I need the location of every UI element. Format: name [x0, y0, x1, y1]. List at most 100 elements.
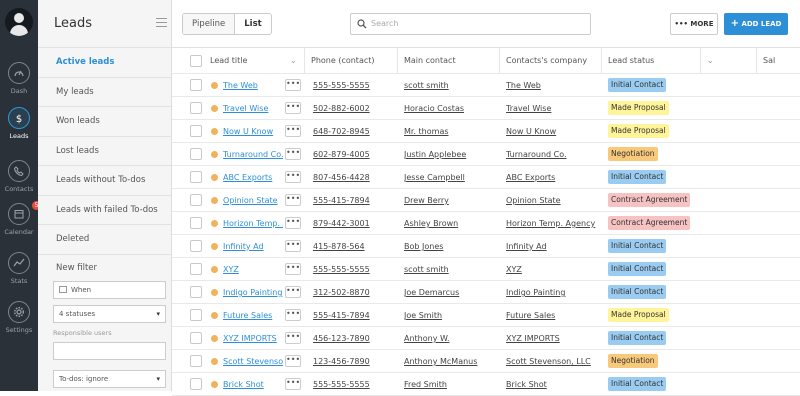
- company-link[interactable]: Opinion State: [506, 189, 600, 211]
- lead-title-link[interactable]: XYZ IMPORTS: [223, 327, 283, 349]
- contact-link[interactable]: scott smith: [404, 74, 498, 96]
- table-row[interactable]: XYZ ••• 555-555-5555 scott smith XYZ Initial …: [172, 258, 800, 281]
- when-field[interactable]: When: [53, 280, 166, 299]
- table-row[interactable]: Brick Shot ••• 555-555-5555 Fred Smith Brick…: [172, 373, 800, 396]
- nav-item-dash[interactable]: Dash: [0, 62, 38, 95]
- contact-link[interactable]: Justin Applebee: [404, 143, 498, 165]
- status-badge[interactable]: Made Proposal: [608, 97, 703, 119]
- status-badge[interactable]: Initial Contact: [608, 373, 703, 395]
- lead-title-link[interactable]: Future Sales: [223, 304, 283, 326]
- phone-link[interactable]: 415-878-564: [313, 235, 398, 257]
- select-all-checkbox[interactable]: [190, 55, 202, 67]
- status-badge[interactable]: Made Proposal: [608, 120, 703, 142]
- filter-item[interactable]: Active leads: [38, 48, 171, 78]
- avatar[interactable]: [5, 8, 33, 36]
- todos-select[interactable]: To-dos: ignore ▾: [53, 369, 166, 388]
- row-actions-icon[interactable]: •••: [285, 148, 301, 160]
- contact-link[interactable]: Fred Smith: [404, 373, 498, 395]
- phone-link[interactable]: 648-702-8945: [313, 120, 398, 142]
- filter-item[interactable]: Won leads: [38, 107, 171, 137]
- nav-item-settings[interactable]: Settings: [0, 301, 38, 334]
- status-badge[interactable]: Initial Contact: [608, 166, 703, 188]
- lead-title-link[interactable]: ABC Exports: [223, 166, 283, 188]
- status-badge[interactable]: Negotiation: [608, 143, 703, 165]
- company-link[interactable]: Horizon Temp. Agency: [506, 212, 600, 234]
- nav-item-contacts[interactable]: Contacts: [0, 160, 38, 193]
- lead-title-link[interactable]: Horizon Temp. Ag: [223, 212, 283, 234]
- column-phone[interactable]: Phone (contact): [305, 48, 398, 73]
- row-checkbox[interactable]: [190, 240, 202, 252]
- column-sales[interactable]: Sal: [757, 48, 800, 73]
- table-row[interactable]: Indigo Painting ••• 312-502-8870 Joe Demarc…: [172, 281, 800, 304]
- status-badge[interactable]: Made Proposal: [608, 304, 703, 326]
- company-link[interactable]: Indigo Painting: [506, 281, 600, 303]
- table-row[interactable]: ABC Exports ••• 807-456-4428 Jesse Campbell…: [172, 166, 800, 189]
- row-actions-icon[interactable]: •••: [285, 286, 301, 298]
- lead-title-link[interactable]: Infinity Ad: [223, 235, 283, 257]
- contact-link[interactable]: Joe Smith: [404, 304, 498, 326]
- contact-link[interactable]: Anthony W.: [404, 327, 498, 349]
- row-actions-icon[interactable]: •••: [285, 102, 301, 114]
- phone-link[interactable]: 555-555-5555: [313, 74, 398, 96]
- row-actions-icon[interactable]: •••: [285, 171, 301, 183]
- phone-link[interactable]: 879-442-3001: [313, 212, 398, 234]
- filter-item[interactable]: Lost leads: [38, 137, 171, 166]
- row-checkbox[interactable]: [190, 79, 202, 91]
- filter-item[interactable]: My leads: [38, 78, 171, 107]
- company-link[interactable]: Future Sales: [506, 304, 600, 326]
- row-checkbox[interactable]: [190, 194, 202, 206]
- search-input[interactable]: Search: [350, 13, 591, 35]
- row-checkbox[interactable]: [190, 309, 202, 321]
- row-actions-icon[interactable]: •••: [285, 79, 301, 91]
- table-row[interactable]: Horizon Temp. Ag••• 879-442-3001 Ashley Br…: [172, 212, 800, 235]
- contact-link[interactable]: Mr. thomas: [404, 120, 498, 142]
- row-actions-icon[interactable]: •••: [285, 332, 301, 344]
- table-row[interactable]: Travel Wise ••• 502-882-6002 Horacio Costas…: [172, 97, 800, 120]
- row-checkbox[interactable]: [190, 171, 202, 183]
- row-checkbox[interactable]: [190, 286, 202, 298]
- status-badge[interactable]: Initial Contact: [608, 235, 703, 257]
- row-actions-icon[interactable]: •••: [285, 263, 301, 275]
- filter-item[interactable]: Leads without To-dos: [38, 166, 171, 196]
- contact-link[interactable]: Joe Demarcus: [404, 281, 498, 303]
- company-link[interactable]: XYZ IMPORTS: [506, 327, 600, 349]
- row-actions-icon[interactable]: •••: [285, 309, 301, 321]
- table-row[interactable]: The Web ••• 555-555-5555 scott smith The Web…: [172, 74, 800, 97]
- column-lead-status[interactable]: Lead status: [602, 48, 701, 73]
- lead-title-link[interactable]: The Web: [223, 74, 283, 96]
- row-actions-icon[interactable]: •••: [285, 125, 301, 137]
- status-badge[interactable]: Initial Contact: [608, 281, 703, 303]
- phone-link[interactable]: 602-879-4005: [313, 143, 398, 165]
- company-link[interactable]: Now U Know: [506, 120, 600, 142]
- row-actions-icon[interactable]: •••: [285, 355, 301, 367]
- table-row[interactable]: Infinity Ad ••• 415-878-564 Bob Jones Infini…: [172, 235, 800, 258]
- status-badge[interactable]: Contract Agreement: [608, 189, 703, 211]
- contact-link[interactable]: Jesse Campbell: [404, 166, 498, 188]
- company-link[interactable]: XYZ: [506, 258, 600, 280]
- table-row[interactable]: Opinion State ••• 555-415-7894 Drew Berry Op…: [172, 189, 800, 212]
- statuses-select[interactable]: 4 statuses ▾: [53, 304, 166, 323]
- lead-title-link[interactable]: Turnaround Co.: [223, 143, 283, 165]
- row-checkbox[interactable]: [190, 332, 202, 344]
- column-lead-title[interactable]: Lead title ⌄: [204, 48, 305, 73]
- row-actions-icon[interactable]: •••: [285, 378, 301, 390]
- lead-title-link[interactable]: Indigo Painting: [223, 281, 283, 303]
- tab-list[interactable]: List: [234, 14, 271, 34]
- lead-title-link[interactable]: Now U Know: [223, 120, 283, 142]
- lead-title-link[interactable]: XYZ: [223, 258, 283, 280]
- table-row[interactable]: XYZ IMPORTS ••• 456-123-7890 Anthony W. XYZ …: [172, 327, 800, 350]
- table-row[interactable]: Turnaround Co. ••• 602-879-4005 Justin Appl…: [172, 143, 800, 166]
- more-button[interactable]: ••• MORE: [670, 13, 718, 35]
- status-badge[interactable]: Initial Contact: [608, 258, 703, 280]
- phone-link[interactable]: 807-456-4428: [313, 166, 398, 188]
- phone-link[interactable]: 456-123-7890: [313, 327, 398, 349]
- lead-title-link[interactable]: Scott Stevenson,: [223, 350, 283, 372]
- contact-link[interactable]: Bob Jones: [404, 235, 498, 257]
- company-link[interactable]: Infinity Ad: [506, 235, 600, 257]
- row-checkbox[interactable]: [190, 125, 202, 137]
- column-company[interactable]: Contacts's company: [500, 48, 602, 73]
- contact-link[interactable]: Ashley Brown: [404, 212, 498, 234]
- company-link[interactable]: Scott Stevenson, LLC: [506, 350, 600, 372]
- row-checkbox[interactable]: [190, 102, 202, 114]
- row-checkbox[interactable]: [190, 148, 202, 160]
